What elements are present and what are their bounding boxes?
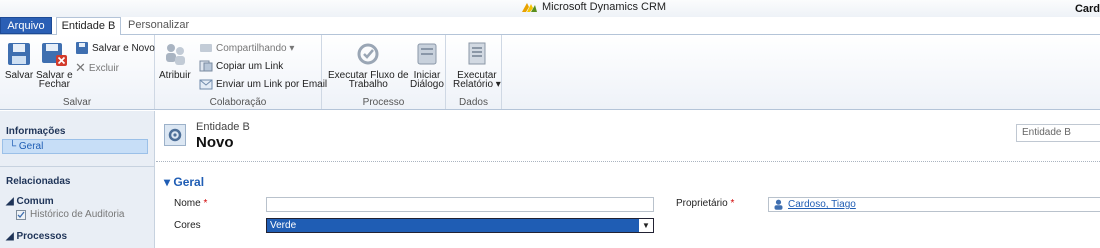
share-button[interactable]: Compartilhando ▾ (199, 41, 294, 55)
header-divider (156, 161, 1100, 162)
nav-item-audit-history[interactable]: Histórico de Auditoria (16, 209, 125, 220)
ribbon-group-processo: Executar Fluxo de Trabalho Iniciar Diálo… (322, 35, 446, 109)
tree-branch-icon: └ (9, 141, 19, 152)
title-bar: Microsoft Dynamics CRM Card (0, 0, 1100, 17)
user-name[interactable]: Card (1075, 3, 1100, 15)
dynamics-logo-icon (522, 3, 537, 12)
cores-label: Cores (174, 220, 201, 231)
group-label-processo: Processo (362, 97, 405, 108)
cores-selected-value: Verde (270, 220, 297, 231)
owner-label: Proprietário * (676, 198, 735, 209)
chevron-down-icon[interactable]: ▼ (639, 219, 653, 232)
app-title-text: Microsoft Dynamics CRM (542, 1, 667, 13)
group-label-colaboracao: Colaboração (209, 97, 267, 108)
ribbon-group-colaboracao: Atribuir Compartilhando ▾ Copiar um Link… (155, 35, 327, 109)
save-new-button[interactable]: Salvar e Novo (75, 41, 155, 55)
start-dialog-button[interactable]: Iniciar Diálogo (410, 39, 444, 90)
required-mark: * (730, 198, 735, 209)
form-area: Entidade B Novo Entidade B ▾ Geral Nome … (156, 111, 1100, 248)
tab-personalizar[interactable]: Personalizar (128, 17, 189, 34)
nome-label: Nome * (174, 198, 208, 209)
run-report-button[interactable]: Executar Relatório ▾ (453, 39, 501, 90)
save-close-icon (42, 43, 68, 66)
close-icon: ✕ (75, 60, 86, 75)
app-title: Microsoft Dynamics CRM (520, 1, 666, 13)
nav-group-processos[interactable]: ◢ Processos (6, 231, 67, 242)
tab-entidade-b[interactable]: Entidade B (56, 17, 121, 35)
section-toggle-geral[interactable]: ▾ Geral (164, 175, 204, 189)
left-navigation: Informações └ Geral Relacionadas ◢ Comum… (0, 111, 155, 248)
copy-link-button[interactable]: Copiar um Link (199, 59, 283, 73)
audit-history-icon (16, 209, 26, 220)
nav-item-geral[interactable]: └ Geral (2, 139, 148, 154)
group-label-dados: Dados (459, 97, 488, 108)
entity-type-label: Entidade B (196, 121, 250, 133)
ribbon-tabs: Arquivo Entidade B Personalizar (0, 17, 1100, 35)
owner-link[interactable]: Cardoso, Tiago (788, 199, 856, 210)
ribbon: Salvar Salvar e Fechar Salvar e Novo ✕ E… (0, 34, 1100, 110)
user-icon (774, 199, 783, 210)
required-mark: * (203, 198, 208, 209)
save-close-button[interactable]: Salvar e Fechar (36, 39, 73, 90)
link-icon (199, 60, 213, 72)
email-link-button[interactable]: Enviar um Link por Email (199, 77, 327, 91)
nav-group-comum[interactable]: ◢ Comum (6, 196, 54, 207)
floppy-disk-icon (8, 43, 30, 65)
report-icon (468, 42, 486, 65)
workflow-icon (357, 43, 379, 65)
email-link-icon (199, 79, 213, 90)
ribbon-group-salvar: Salvar Salvar e Fechar Salvar e Novo ✕ E… (0, 35, 155, 109)
delete-button[interactable]: ✕ Excluir (75, 60, 119, 76)
cores-select[interactable]: Verde ▼ (266, 218, 654, 233)
share-icon (200, 44, 212, 52)
assign-users-icon (165, 44, 185, 65)
owner-lookup-field[interactable]: Cardoso, Tiago (768, 197, 1100, 212)
ribbon-group-dados: Executar Relatório ▾ Dados (446, 35, 502, 109)
entity-gear-icon (164, 124, 186, 146)
record-title: Novo (196, 134, 234, 151)
entity-form-selector[interactable]: Entidade B (1016, 124, 1100, 142)
nav-divider (0, 166, 155, 167)
nav-header-relacionadas: Relacionadas (6, 176, 71, 187)
dialog-icon (417, 43, 437, 65)
tab-file[interactable]: Arquivo (0, 17, 52, 34)
group-label-salvar: Salvar (62, 97, 92, 108)
run-workflow-button[interactable]: Executar Fluxo de Trabalho (328, 39, 409, 90)
nome-input[interactable] (266, 197, 654, 212)
save-new-icon (76, 42, 88, 54)
save-button[interactable]: Salvar (4, 39, 34, 81)
assign-button[interactable]: Atribuir (159, 39, 191, 81)
nav-header-informacoes: Informações (6, 126, 66, 137)
